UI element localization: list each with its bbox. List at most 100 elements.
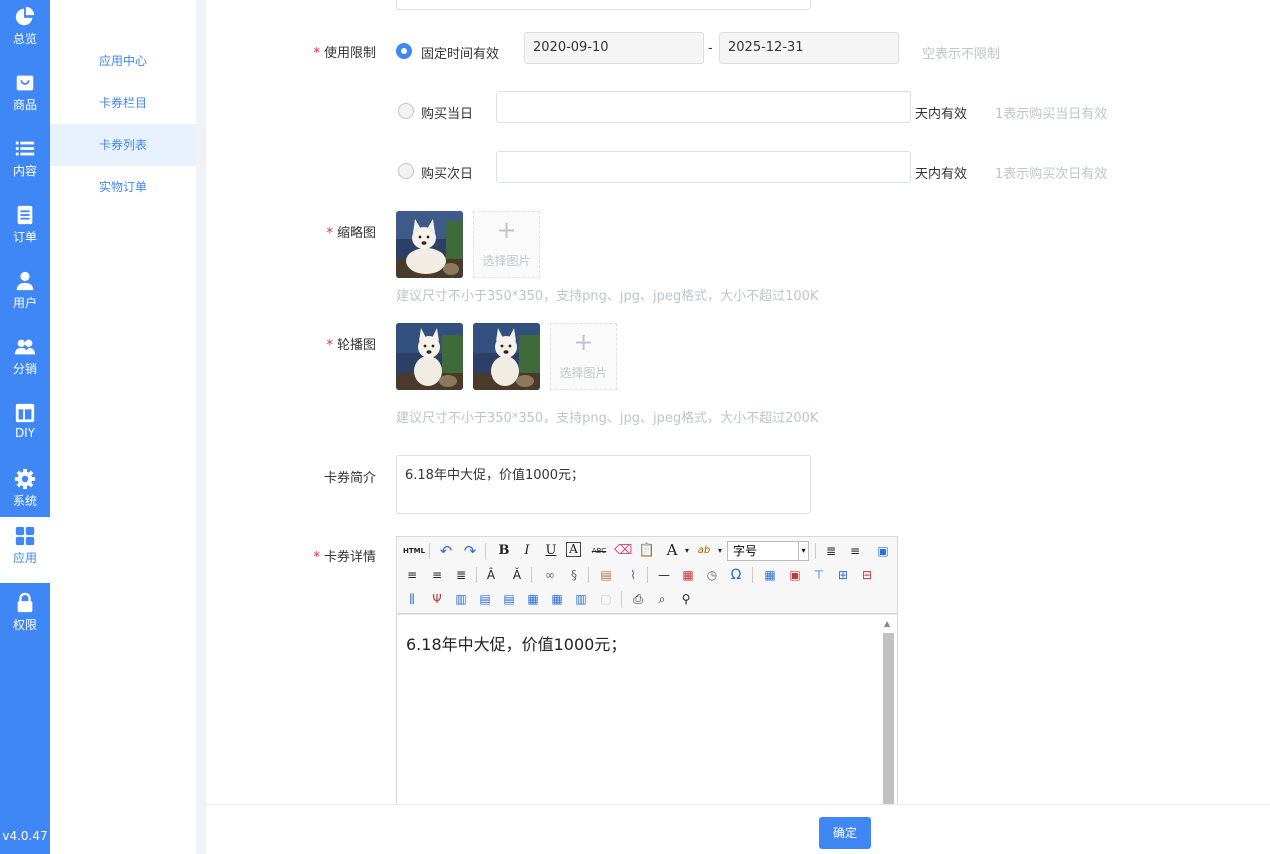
delete-col-icon[interactable]: Ψ: [428, 590, 446, 608]
underline-button[interactable]: U: [542, 542, 560, 560]
nav-apps[interactable]: 应用: [0, 517, 50, 583]
merge-right-icon[interactable]: ▤: [476, 590, 494, 608]
attachment-icon[interactable]: ⌇: [624, 566, 642, 584]
redo-icon[interactable]: ↷: [461, 542, 479, 560]
radio-same-day[interactable]: [398, 103, 414, 119]
nav-label: 用户: [12, 296, 37, 310]
nav-permissions[interactable]: 权限: [0, 584, 50, 650]
font-border-icon[interactable]: A: [566, 542, 581, 557]
unlink-icon[interactable]: §: [565, 566, 583, 584]
rich-text-editor[interactable]: 6.18年中大促，价值1000元； ▲: [396, 614, 898, 807]
html-source-button[interactable]: HTML: [403, 542, 425, 560]
merge-cells-icon[interactable]: ▥: [452, 590, 470, 608]
preview-search-icon[interactable]: ⌕: [653, 590, 671, 608]
image-icon[interactable]: ▤: [597, 566, 615, 584]
dog-photo: [396, 211, 463, 278]
next-day-hint: 1表示购买次日有效: [995, 167, 1108, 182]
end-date-input[interactable]: 2025-12-31: [719, 32, 899, 64]
toolbar-divider: [752, 567, 753, 583]
preview-icon[interactable]: ▣: [874, 542, 892, 560]
next-day-days-input[interactable]: [496, 151, 911, 183]
bold-button[interactable]: B: [495, 542, 513, 560]
indent-icon[interactable]: ≣: [822, 542, 840, 560]
font-size-select[interactable]: 字号 ▾: [727, 541, 809, 561]
italic-button[interactable]: I: [518, 542, 536, 560]
submenu-physical-orders[interactable]: 实物订单: [50, 166, 196, 208]
link-icon[interactable]: ∞: [541, 566, 559, 584]
same-day-days-input[interactable]: [496, 91, 911, 123]
paste-icon[interactable]: 📋: [638, 542, 656, 560]
split-rows-icon[interactable]: ▦: [548, 590, 566, 608]
nav-label: 应用: [12, 551, 37, 565]
toolbar-divider: [815, 543, 816, 559]
special-char-icon[interactable]: Ω: [727, 566, 745, 584]
find-replace-icon[interactable]: ⚲: [677, 590, 695, 608]
submenu-app-center[interactable]: 应用中心: [50, 40, 196, 82]
usage-limit-label: * 使用限制: [313, 46, 376, 61]
split-cells-icon[interactable]: ▦: [524, 590, 542, 608]
toolbar-divider: [476, 567, 477, 583]
background-icon[interactable]: ▢: [597, 590, 615, 608]
undo-icon[interactable]: ↶: [437, 542, 455, 560]
submenu-card-category[interactable]: 卡券栏目: [50, 82, 196, 124]
carousel-image-1[interactable]: [396, 323, 463, 390]
nav-diy[interactable]: DIY: [0, 394, 50, 460]
horizontal-rule-icon[interactable]: —: [655, 566, 673, 584]
scroll-up-icon[interactable]: ▲: [884, 619, 890, 628]
app-submenu: 应用中心 卡券栏目 卡券列表 实物订单: [50, 0, 196, 854]
align-justify-icon[interactable]: ≣: [452, 566, 470, 584]
fixed-time-hint: 空表示不限制: [922, 47, 1001, 62]
font-decrease-icon[interactable]: Ǎ: [508, 566, 526, 584]
font-increase-icon[interactable]: Â: [482, 566, 500, 584]
intro-textarea[interactable]: 6.18年中大促，价值1000元；: [396, 455, 811, 514]
upload-label: 选择图片: [559, 366, 608, 380]
delete-row-icon[interactable]: ⊟: [858, 566, 876, 584]
nav-overview[interactable]: 总览: [0, 0, 50, 64]
nav-distribution[interactable]: 分销: [0, 328, 50, 394]
clock-icon[interactable]: ◷: [703, 566, 721, 584]
same-day-hint: 1表示购买当日有效: [995, 107, 1108, 122]
radio-next-day-label: 购买次日: [421, 167, 474, 182]
radio-next-day[interactable]: [398, 163, 414, 179]
chevron-down-icon[interactable]: ▾: [678, 542, 696, 560]
insert-col-icon[interactable]: ⫼: [403, 590, 421, 608]
card-name-input[interactable]: [396, 0, 811, 10]
table-header-icon[interactable]: ⊤: [810, 566, 828, 584]
editor-scrollbar[interactable]: ▲: [883, 617, 894, 807]
nav-label: 商品: [12, 98, 37, 112]
submenu-card-list[interactable]: 卡券列表: [50, 124, 196, 166]
nav-users[interactable]: 用户: [0, 262, 50, 328]
align-right-icon[interactable]: ≡: [428, 566, 446, 584]
intro-label: 卡券简介: [323, 471, 376, 486]
table-icon[interactable]: ▦: [761, 566, 779, 584]
align-left-icon[interactable]: ≡: [846, 542, 864, 560]
print-icon[interactable]: ⎙: [629, 590, 647, 608]
calendar-icon[interactable]: ▦: [679, 566, 697, 584]
thumbnail-upload-button[interactable]: + 选择图片: [473, 211, 540, 278]
chevron-down-icon[interactable]: ▾: [798, 542, 808, 560]
start-date-input[interactable]: 2020-09-10: [524, 32, 704, 64]
nav-content[interactable]: 内容: [0, 130, 50, 196]
carousel-image-2[interactable]: [473, 323, 540, 390]
eraser-icon[interactable]: ⌫: [614, 542, 632, 560]
align-center-icon[interactable]: ≡: [403, 566, 421, 584]
delete-table-icon[interactable]: ▣: [786, 566, 804, 584]
split-cols-icon[interactable]: ▥: [572, 590, 590, 608]
toolbar-divider: [621, 591, 622, 607]
nav-label: 订单: [12, 230, 37, 244]
strikethrough-button[interactable]: ABC: [590, 542, 608, 560]
document-icon: [17, 205, 33, 225]
editor-content[interactable]: 6.18年中大促，价值1000元；: [406, 631, 626, 655]
toolbar-divider: [647, 567, 648, 583]
merge-down-icon[interactable]: ▤: [500, 590, 518, 608]
radio-fixed-time[interactable]: [396, 43, 412, 59]
thumbnail-image[interactable]: [396, 211, 463, 278]
nav-orders[interactable]: 订单: [0, 196, 50, 262]
radio-same-day-label: 购买当日: [421, 107, 474, 122]
carousel-hint: 建议尺寸不小于350*350，支持png、jpg、jpeg格式，大小不超过200…: [396, 411, 819, 426]
confirm-button[interactable]: 确定: [819, 817, 871, 849]
nav-goods[interactable]: 商品: [0, 64, 50, 130]
scrollbar-thumb[interactable]: [883, 633, 894, 807]
insert-row-icon[interactable]: ⊞: [834, 566, 852, 584]
carousel-upload-button[interactable]: + 选择图片: [550, 323, 617, 390]
